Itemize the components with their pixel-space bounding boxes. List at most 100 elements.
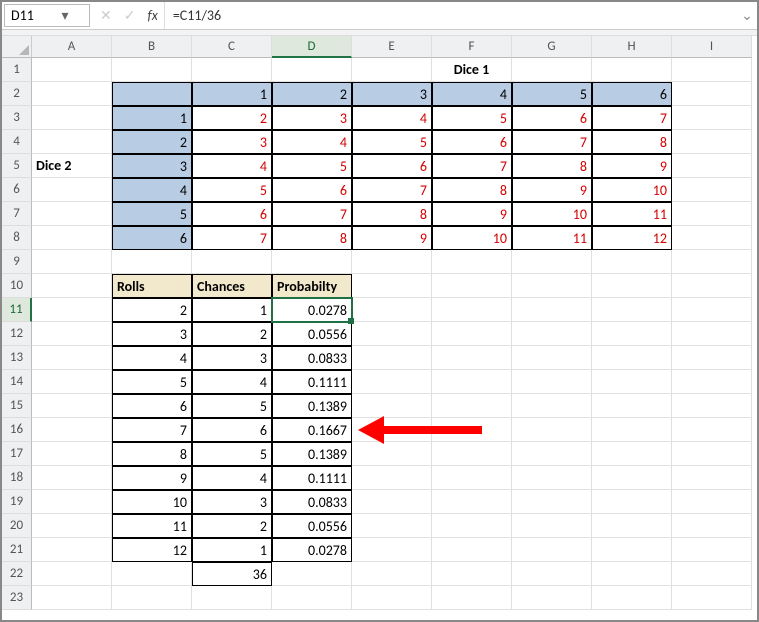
- row-header[interactable]: 17: [2, 442, 32, 466]
- cell[interactable]: [672, 250, 752, 274]
- cell[interactable]: [32, 442, 112, 466]
- cell[interactable]: Rolls: [112, 274, 192, 298]
- cell[interactable]: 0.0833: [272, 346, 352, 370]
- row-header[interactable]: 23: [2, 586, 32, 610]
- cell[interactable]: [672, 58, 752, 82]
- cell[interactable]: 10: [592, 178, 672, 202]
- cell[interactable]: [352, 514, 432, 538]
- cell[interactable]: 7: [272, 202, 352, 226]
- cell[interactable]: [592, 586, 672, 610]
- cell[interactable]: [192, 58, 272, 82]
- cell[interactable]: [112, 250, 192, 274]
- cell[interactable]: [512, 274, 592, 298]
- cell[interactable]: [512, 58, 592, 82]
- cell[interactable]: 0.1389: [272, 442, 352, 466]
- row-header[interactable]: 20: [2, 514, 32, 538]
- cell[interactable]: [592, 58, 672, 82]
- row-header[interactable]: 5: [2, 154, 32, 178]
- cell[interactable]: [32, 586, 112, 610]
- cell[interactable]: 1: [112, 106, 192, 130]
- row-header[interactable]: 12: [2, 322, 32, 346]
- name-box[interactable]: D11 ▾: [4, 4, 90, 27]
- cell[interactable]: [352, 322, 432, 346]
- cell[interactable]: 11: [512, 226, 592, 250]
- cell[interactable]: [352, 418, 432, 442]
- cell[interactable]: [352, 538, 432, 562]
- cell[interactable]: [32, 226, 112, 250]
- cell[interactable]: [592, 490, 672, 514]
- column-header[interactable]: B: [112, 36, 192, 58]
- cell[interactable]: 0.0556: [272, 322, 352, 346]
- cell[interactable]: [432, 514, 512, 538]
- accept-icon[interactable]: ✓: [124, 7, 136, 24]
- cell[interactable]: [672, 370, 752, 394]
- cell[interactable]: 3: [112, 322, 192, 346]
- cell[interactable]: [112, 82, 192, 106]
- cell[interactable]: 7: [352, 178, 432, 202]
- cell[interactable]: 10: [512, 202, 592, 226]
- cell[interactable]: [512, 298, 592, 322]
- name-box-dropdown-icon[interactable]: ▾: [47, 7, 83, 24]
- cell[interactable]: 12: [112, 538, 192, 562]
- cell[interactable]: 12: [592, 226, 672, 250]
- cell[interactable]: [432, 418, 512, 442]
- cell[interactable]: 5: [192, 394, 272, 418]
- cell[interactable]: 36: [192, 562, 272, 586]
- cell[interactable]: 5: [512, 82, 592, 106]
- cell[interactable]: [432, 586, 512, 610]
- cell[interactable]: [32, 490, 112, 514]
- cell[interactable]: [112, 586, 192, 610]
- cell[interactable]: 10: [112, 490, 192, 514]
- cell[interactable]: [592, 298, 672, 322]
- cell[interactable]: [512, 418, 592, 442]
- cell[interactable]: [432, 250, 512, 274]
- cell[interactable]: 11: [112, 514, 192, 538]
- cell[interactable]: [672, 442, 752, 466]
- cell[interactable]: [512, 442, 592, 466]
- formula-input[interactable]: =C11/36: [165, 2, 737, 29]
- cell[interactable]: [32, 370, 112, 394]
- cell[interactable]: 2: [192, 514, 272, 538]
- row-header[interactable]: 18: [2, 466, 32, 490]
- cell[interactable]: 3: [192, 490, 272, 514]
- cell[interactable]: 4: [192, 370, 272, 394]
- row-header[interactable]: 11: [2, 298, 32, 322]
- cell[interactable]: 6: [272, 178, 352, 202]
- cell[interactable]: 0.1667: [272, 418, 352, 442]
- column-header[interactable]: F: [432, 36, 512, 58]
- formula-bar-expand-icon[interactable]: ⌄: [737, 2, 757, 29]
- cell[interactable]: 0.0556: [272, 514, 352, 538]
- cell[interactable]: [32, 250, 112, 274]
- cell[interactable]: 6: [112, 394, 192, 418]
- cell[interactable]: [592, 322, 672, 346]
- cell[interactable]: [432, 490, 512, 514]
- cell[interactable]: [32, 130, 112, 154]
- cell[interactable]: 5: [352, 130, 432, 154]
- cell[interactable]: [592, 514, 672, 538]
- cell[interactable]: [272, 586, 352, 610]
- cell[interactable]: [352, 298, 432, 322]
- cell[interactable]: [672, 418, 752, 442]
- cell[interactable]: [432, 346, 512, 370]
- cell[interactable]: 5: [192, 178, 272, 202]
- cell[interactable]: [352, 346, 432, 370]
- cell[interactable]: [512, 346, 592, 370]
- cell[interactable]: [32, 466, 112, 490]
- cell[interactable]: [32, 394, 112, 418]
- cell[interactable]: [512, 250, 592, 274]
- cell[interactable]: [32, 418, 112, 442]
- row-header[interactable]: 8: [2, 226, 32, 250]
- row-header[interactable]: 10: [2, 274, 32, 298]
- cell[interactable]: [192, 586, 272, 610]
- cancel-icon[interactable]: ✕: [100, 7, 112, 24]
- cell[interactable]: [272, 250, 352, 274]
- cell[interactable]: [272, 58, 352, 82]
- cell[interactable]: 1: [192, 82, 272, 106]
- cell[interactable]: 3: [272, 106, 352, 130]
- cell[interactable]: [672, 226, 752, 250]
- cell[interactable]: [352, 586, 432, 610]
- cell[interactable]: [672, 106, 752, 130]
- cell[interactable]: 2: [192, 106, 272, 130]
- cell[interactable]: [432, 538, 512, 562]
- cell[interactable]: 3: [192, 130, 272, 154]
